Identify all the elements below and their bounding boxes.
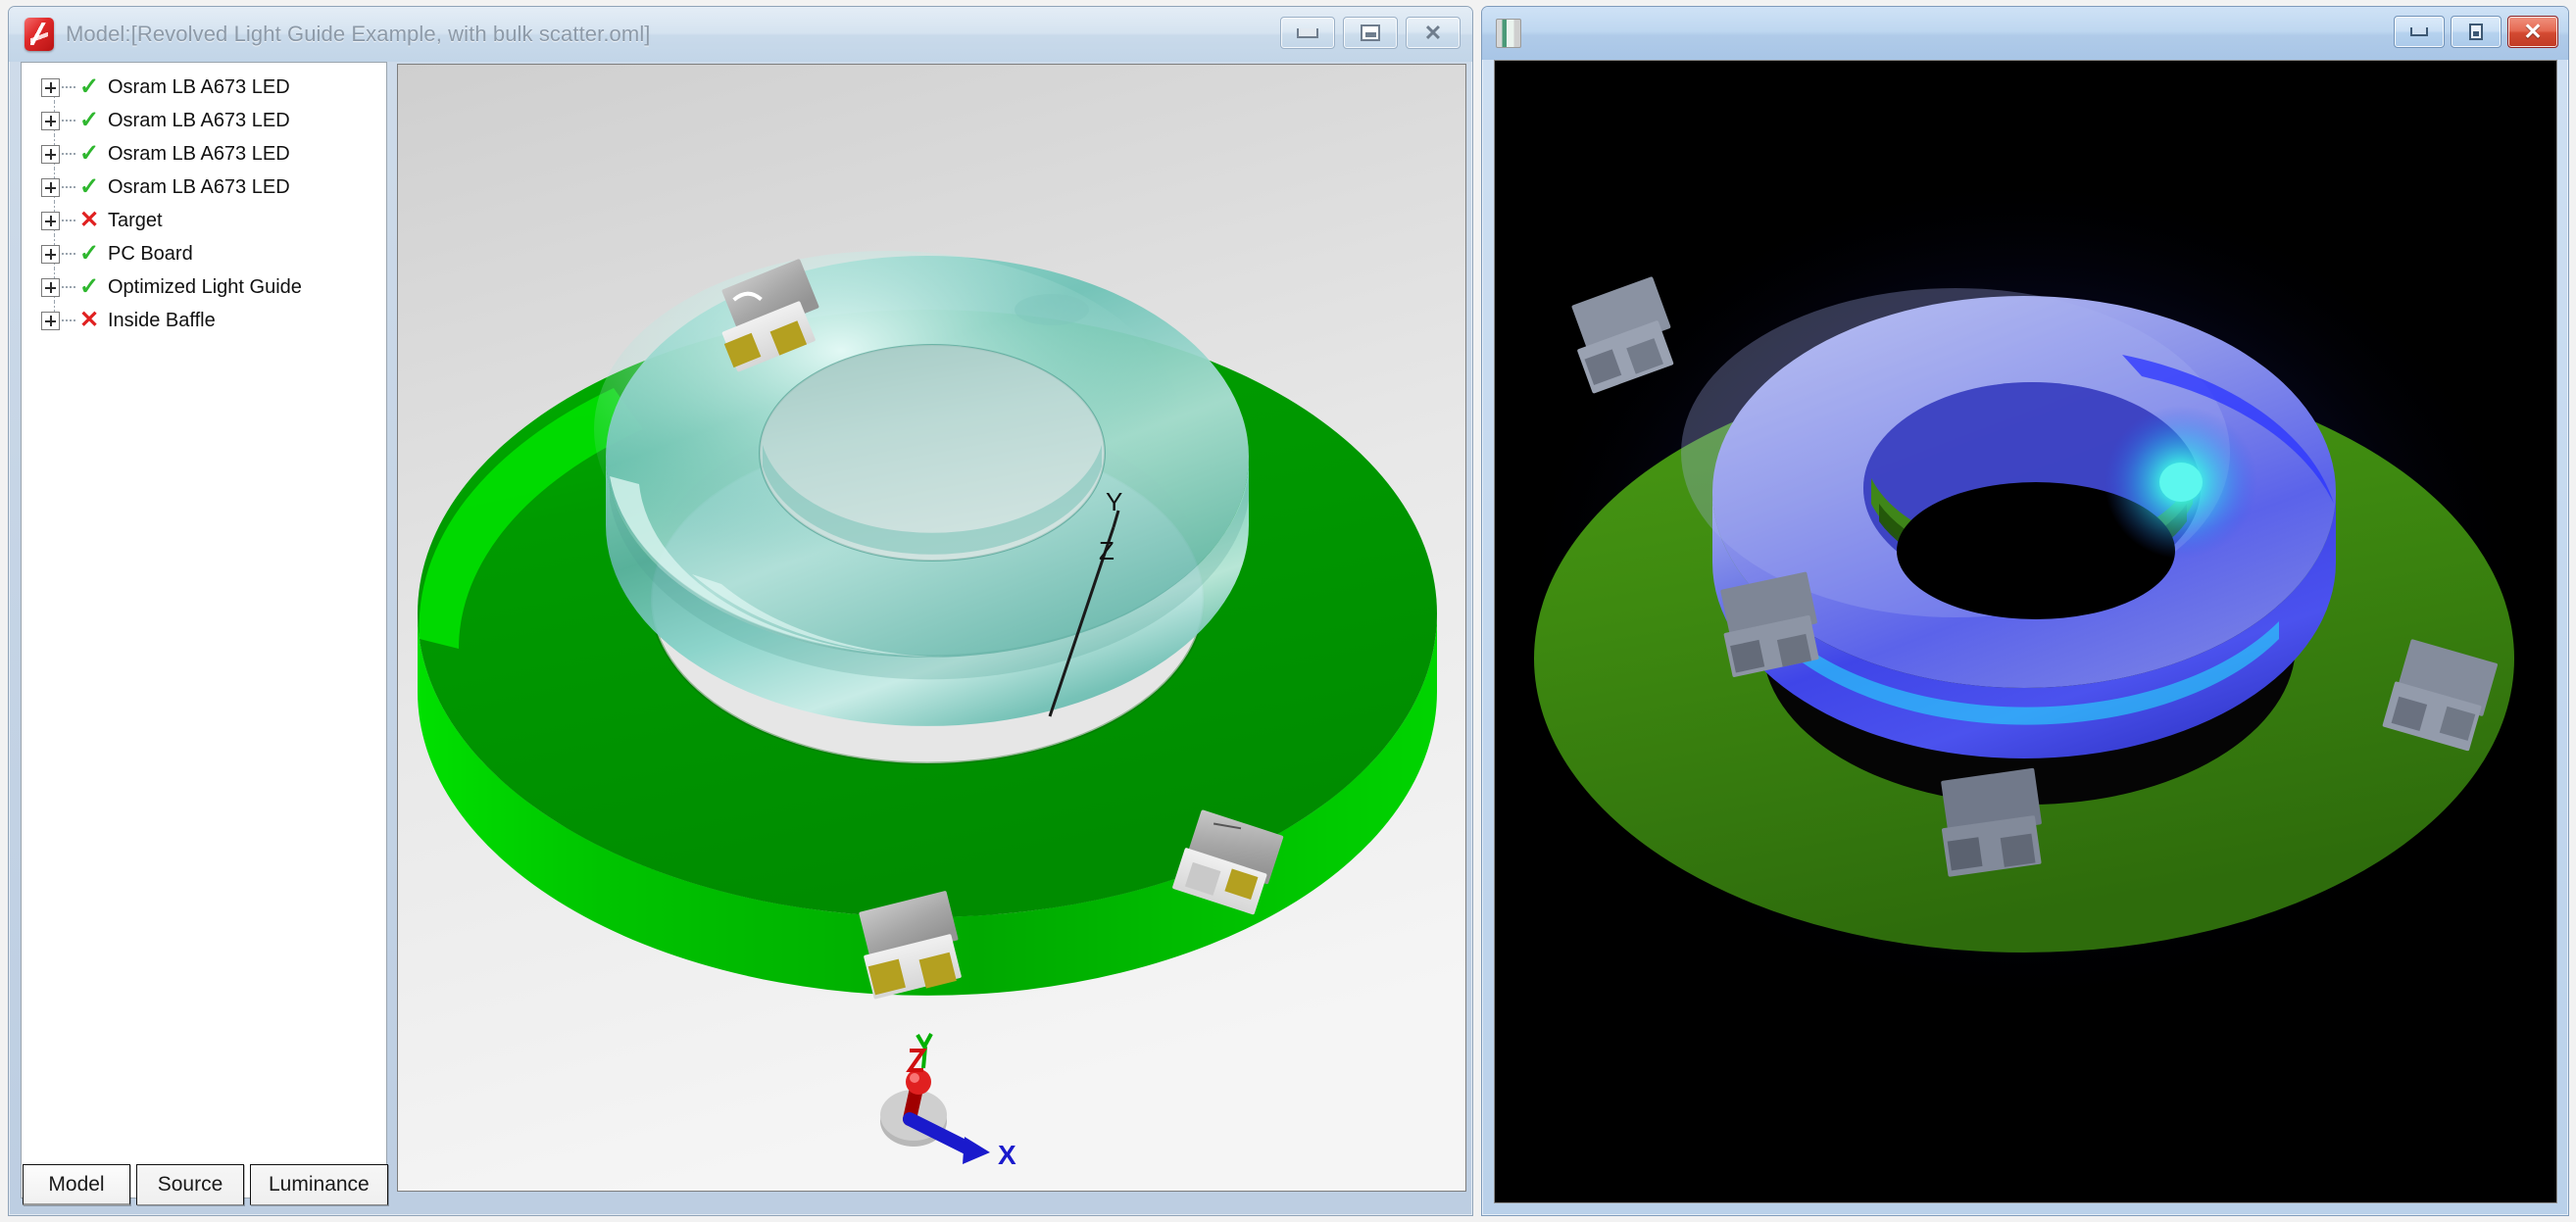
expander-icon[interactable] [41,278,60,297]
tree-dash [62,153,75,155]
expander-icon[interactable] [41,112,60,130]
tree-item-label: Osram LB A673 LED [108,110,290,132]
cross-icon: ✕ [76,309,102,332]
model-3d-scene: Z Y [398,65,1465,1191]
light-guide-bore-seen-through [760,345,1105,561]
luminance-render [1495,61,2556,1202]
check-icon: ✓ [76,142,102,166]
tab-label: Source [158,1173,223,1197]
check-icon: ✓ [76,75,102,99]
tree-item-optimized-light-guide[interactable]: ✓ Optimized Light Guide [22,270,386,304]
view-tabs: Model Source Luminance [23,1164,394,1205]
tree-item-inside-baffle[interactable]: ✕ Inside Baffle [22,304,386,337]
restore-icon [2469,24,2483,40]
model-tree-list: ✓ Osram LB A673 LED ✓ Osram LB A673 LED … [22,63,386,337]
expander-icon[interactable] [41,245,60,264]
luminance-window-controls: ✕ [2394,16,2558,48]
minimize-icon [1297,28,1318,38]
close-button[interactable]: ✕ [1406,17,1461,49]
light-guide-reflection-spot [1015,294,1089,325]
tree-dash [62,319,75,321]
tree-item-label: Target [108,210,163,232]
tree-item-pc-board[interactable]: ✓ PC Board [22,237,386,270]
tree-item-label: Osram LB A673 LED [108,143,290,166]
luminance-viewport[interactable] [1494,60,2557,1203]
close-button[interactable]: ✕ [2507,16,2558,48]
tree-item-target[interactable]: ✕ Target [22,204,386,237]
axis-label-y: Y [1106,487,1122,516]
restore-icon [1361,24,1380,41]
app-logo-icon [25,18,54,51]
tab-label: Luminance [269,1173,370,1197]
tab-source[interactable]: Source [136,1164,244,1205]
luminance-app-icon [1496,19,1521,48]
lum-hotspot-core [2159,463,2203,502]
expander-icon[interactable] [41,145,60,164]
tree-dash [62,253,75,255]
expander-icon[interactable] [41,212,60,230]
model-window-titlebar[interactable]: Model:[Revolved Light Guide Example, wit… [9,7,1472,62]
luminance-window-titlebar[interactable]: ✕ [1482,7,2568,60]
cross-icon: ✕ [76,209,102,232]
tree-item-label: Inside Baffle [108,310,216,332]
tree-item-osram-led-3[interactable]: ✓ Osram LB A673 LED [22,137,386,171]
tree-item-label: Osram LB A673 LED [108,76,290,99]
tree-dash [62,120,75,122]
minimize-button[interactable] [1280,17,1335,49]
tree-item-label: PC Board [108,243,193,266]
tab-model[interactable]: Model [23,1164,130,1205]
tree-item-osram-led-1[interactable]: ✓ Osram LB A673 LED [22,71,386,104]
check-icon: ✓ [76,275,102,299]
close-icon: ✕ [1422,24,1444,43]
model-tree-panel[interactable]: ✓ Osram LB A673 LED ✓ Osram LB A673 LED … [21,62,387,1198]
tree-item-label: Osram LB A673 LED [108,176,290,199]
tree-item-osram-led-4[interactable]: ✓ Osram LB A673 LED [22,171,386,204]
expander-icon[interactable] [41,78,60,97]
restore-button[interactable] [2451,16,2502,48]
tab-label: Model [48,1173,104,1197]
screen-root: Model:[Revolved Light Guide Example, wit… [0,0,2576,1222]
tree-dash [62,186,75,188]
tree-item-label: Optimized Light Guide [108,276,302,299]
axis-gizmo-label-x: X [998,1140,1016,1170]
model-window: Model:[Revolved Light Guide Example, wit… [8,6,1473,1216]
check-icon: ✓ [76,242,102,266]
tree-dash [62,286,75,288]
minimize-icon [2410,27,2428,36]
minimize-button[interactable] [2394,16,2445,48]
check-icon: ✓ [76,109,102,132]
tree-item-osram-led-2[interactable]: ✓ Osram LB A673 LED [22,104,386,137]
expander-icon[interactable] [41,312,60,330]
axis-label-z: Z [1099,536,1115,565]
lum-led-3 [1935,768,2048,877]
restore-button[interactable] [1343,17,1398,49]
tab-luminance[interactable]: Luminance [250,1164,388,1205]
model-window-title: Model:[Revolved Light Guide Example, wit… [66,22,651,47]
check-icon: ✓ [76,175,102,199]
luminance-window: ✕ [1481,6,2569,1216]
close-icon: ✕ [2522,22,2544,43]
tree-dash [62,220,75,221]
model-3d-viewport[interactable]: Z Y [397,64,1466,1192]
tree-dash [62,86,75,88]
expander-icon[interactable] [41,178,60,197]
model-window-controls: ✕ [1280,17,1461,49]
